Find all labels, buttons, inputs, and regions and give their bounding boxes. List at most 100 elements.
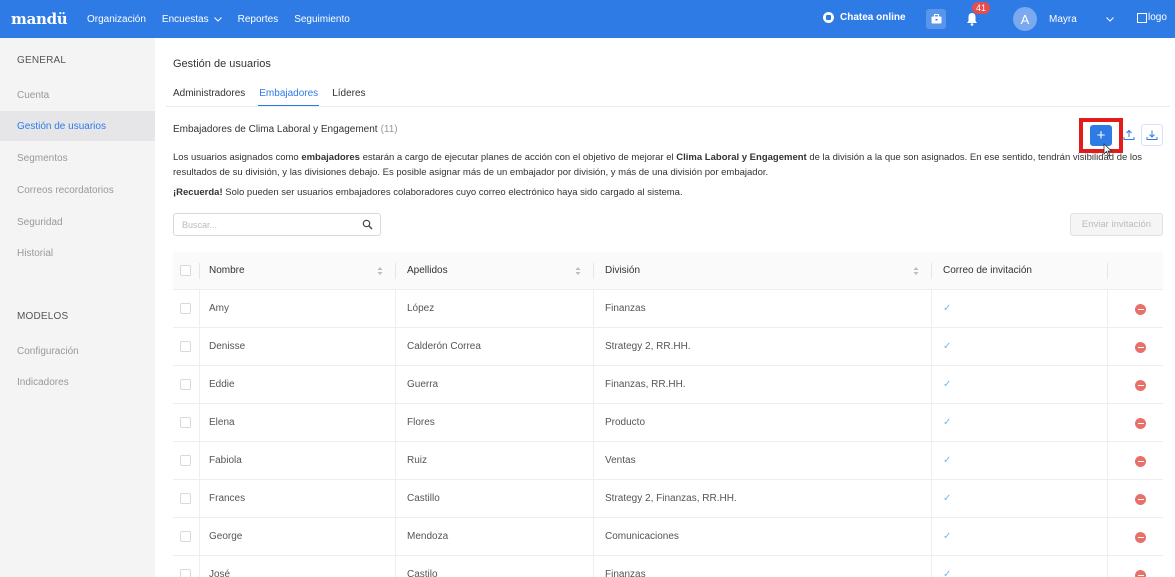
notification-badge: 41 <box>972 2 991 14</box>
search-input[interactable] <box>174 214 354 235</box>
cell-division: Finanzas <box>605 303 646 314</box>
main-nav: Organización Encuestas Reportes Seguimie… <box>71 0 358 38</box>
select-all-checkbox[interactable] <box>180 265 191 276</box>
top-navigation-bar: mandü Organización Encuestas Reportes Se… <box>0 0 1175 38</box>
chat-online-button[interactable]: Chatea online <box>823 12 906 23</box>
table-row[interactable]: Amy López Finanzas ✓ <box>173 290 1163 328</box>
table-row[interactable]: Elena Flores Producto ✓ <box>173 404 1163 442</box>
briefcase-icon <box>931 14 941 24</box>
row-checkbox[interactable] <box>180 569 191 577</box>
avatar[interactable]: A <box>1013 7 1037 31</box>
app-logo[interactable]: mandü <box>11 10 71 28</box>
cell-nombre: George <box>209 531 243 542</box>
check-icon: ✓ <box>943 341 952 352</box>
cell-apellidos: Ruiz <box>407 455 428 466</box>
send-invitation-button[interactable]: Enviar invitación <box>1070 213 1163 236</box>
bell-icon[interactable] <box>966 12 978 26</box>
delete-icon[interactable] <box>1135 570 1146 577</box>
search-icon[interactable] <box>362 219 373 230</box>
sort-icon[interactable] <box>575 266 581 276</box>
search-box <box>173 213 381 236</box>
nav-reportes[interactable]: Reportes <box>230 0 287 38</box>
nav-seguimiento[interactable]: Seguimiento <box>286 0 358 38</box>
nav-organizacion[interactable]: Organización <box>79 0 154 38</box>
delete-icon[interactable] <box>1135 304 1146 315</box>
row-checkbox[interactable] <box>180 493 191 504</box>
delete-icon[interactable] <box>1135 456 1146 467</box>
sidebar-item-correos-recordatorios[interactable]: Correos recordatorios <box>0 175 155 205</box>
cell-nombre: Elena <box>209 417 235 428</box>
delete-icon[interactable] <box>1135 342 1146 353</box>
delete-icon[interactable] <box>1135 532 1146 543</box>
check-icon: ✓ <box>943 417 952 428</box>
download-icon <box>1146 130 1158 140</box>
delete-icon[interactable] <box>1135 380 1146 391</box>
section-count: (11) <box>380 124 398 135</box>
row-checkbox[interactable] <box>180 455 191 466</box>
add-ambassador-button[interactable]: + <box>1079 118 1123 153</box>
check-icon: ✓ <box>943 531 952 542</box>
sort-icon[interactable] <box>913 266 919 276</box>
cell-nombre: Frances <box>209 493 246 504</box>
table-row[interactable]: José Castilo Finanzas ✓ <box>173 556 1163 577</box>
chevron-down-icon <box>213 16 222 22</box>
upload-button[interactable] <box>1118 124 1140 146</box>
row-checkbox[interactable] <box>180 379 191 390</box>
sidebar-header-general: GENERAL <box>17 55 67 66</box>
nav-encuestas[interactable]: Encuestas <box>154 0 230 38</box>
cell-division: Strategy 2, Finanzas, RR.HH. <box>605 493 737 504</box>
check-icon: ✓ <box>943 493 952 504</box>
column-header-division[interactable]: División <box>605 252 640 289</box>
chevron-down-icon[interactable] <box>1106 17 1114 22</box>
user-name[interactable]: Mayra <box>1049 14 1077 25</box>
reminder-text: ¡Recuerda! Solo pueden ser usuarios emba… <box>173 187 683 198</box>
tab-administradores[interactable]: Administradores <box>166 84 252 106</box>
table-header: Nombre Apellidos División Correo de invi… <box>173 252 1163 290</box>
sidebar: GENERAL Cuenta Gestión de usuarios Segme… <box>0 38 155 577</box>
ambassadors-table: Nombre Apellidos División Correo de invi… <box>173 252 1163 577</box>
table-body: Amy López Finanzas ✓ Denisse Calderón Correa S… <box>173 290 1163 577</box>
sidebar-item-historial[interactable]: Historial <box>0 238 155 268</box>
cell-apellidos: Mendoza <box>407 531 449 542</box>
broken-image-icon <box>1137 12 1147 23</box>
briefcase-button[interactable] <box>926 9 946 29</box>
sort-icon[interactable] <box>377 266 383 276</box>
sidebar-item-configuracion[interactable]: Configuración <box>0 336 155 366</box>
page-title: Gestión de usuarios <box>173 58 271 70</box>
row-checkbox[interactable] <box>180 417 191 428</box>
column-header-apellidos[interactable]: Apellidos <box>407 252 448 289</box>
sidebar-item-gestion-usuarios[interactable]: Gestión de usuarios <box>0 111 155 141</box>
table-row[interactable]: Denisse Calderón Correa Strategy 2, RR.HH.… <box>173 328 1163 366</box>
cell-division: Comunicaciones <box>605 531 679 542</box>
table-row[interactable]: Frances Castillo Strategy 2, Finanzas, RR.… <box>173 480 1163 518</box>
table-row[interactable]: Fabiola Ruiz Ventas ✓ <box>173 442 1163 480</box>
tabs-divider <box>166 106 1170 107</box>
table-row[interactable]: George Mendoza Comunicaciones ✓ <box>173 518 1163 556</box>
sidebar-header-modelos: MODELOS <box>17 311 69 322</box>
row-checkbox[interactable] <box>180 531 191 542</box>
sidebar-item-cuenta[interactable]: Cuenta <box>0 80 155 110</box>
sidebar-item-indicadores[interactable]: Indicadores <box>0 367 155 397</box>
row-checkbox[interactable] <box>180 303 191 314</box>
check-icon: ✓ <box>943 379 952 390</box>
cell-nombre: Eddie <box>209 379 235 390</box>
cell-nombre: Fabiola <box>209 455 242 466</box>
delete-icon[interactable] <box>1135 418 1146 429</box>
cell-apellidos: López <box>407 303 435 314</box>
cell-apellidos: Castillo <box>407 493 440 504</box>
chat-icon <box>823 12 834 23</box>
sidebar-item-segmentos[interactable]: Segmentos <box>0 143 155 173</box>
cell-apellidos: Castilo <box>407 569 438 577</box>
row-checkbox[interactable] <box>180 341 191 352</box>
column-header-nombre[interactable]: Nombre <box>209 252 245 289</box>
cell-apellidos: Calderón Correa <box>407 341 481 352</box>
download-button[interactable] <box>1141 124 1163 146</box>
table-row[interactable]: Eddie Guerra Finanzas, RR.HH. ✓ <box>173 366 1163 404</box>
sidebar-item-seguridad[interactable]: Seguridad <box>0 207 155 237</box>
cell-nombre: Amy <box>209 303 229 314</box>
tab-embajadores[interactable]: Embajadores <box>252 84 325 107</box>
upload-icon <box>1123 129 1135 140</box>
tab-lideres[interactable]: Líderes <box>325 84 372 106</box>
check-icon: ✓ <box>943 569 952 577</box>
delete-icon[interactable] <box>1135 494 1146 505</box>
